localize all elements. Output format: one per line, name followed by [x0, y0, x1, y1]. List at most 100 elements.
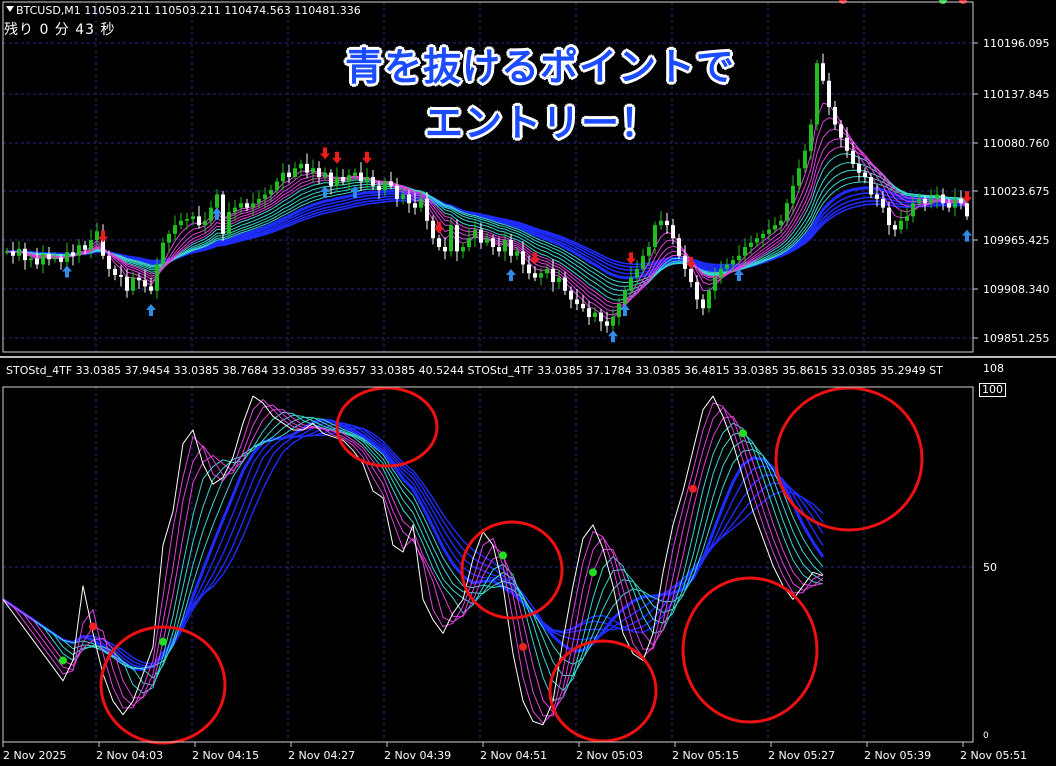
- candle-body: [587, 308, 591, 317]
- candle-body: [251, 203, 255, 208]
- candle-body: [233, 207, 237, 212]
- candle-body: [563, 277, 567, 291]
- candle-body: [611, 317, 615, 326]
- sell-signal-dot: [519, 642, 527, 651]
- candle-body: [95, 231, 99, 240]
- candle-body: [365, 177, 369, 182]
- buy-signal-dot: [499, 551, 507, 560]
- candle-body: [323, 172, 327, 177]
- candle-body: [443, 247, 447, 252]
- candle-body: [125, 276, 129, 291]
- candle-body: [737, 255, 741, 261]
- candle-body: [167, 233, 171, 243]
- candle-body: [923, 198, 927, 204]
- indicator-axis-label: 0: [983, 731, 989, 741]
- candle-body: [557, 277, 561, 282]
- time-axis-label: 2 Nov 05:39: [864, 749, 932, 762]
- time-axis-label: 2 Nov 2025: [3, 749, 67, 762]
- candle-body: [335, 177, 339, 186]
- candle-body: [689, 268, 693, 282]
- candle-body: [17, 248, 21, 256]
- candle-body: [683, 255, 687, 269]
- candle-body: [755, 238, 759, 243]
- candle-body: [287, 172, 291, 177]
- time-axis-label: 2 Nov 05:15: [672, 749, 740, 762]
- candle-body: [569, 290, 573, 300]
- candle-body: [77, 245, 81, 256]
- candle-body: [827, 80, 831, 107]
- candle-body: [533, 273, 537, 278]
- up-arrow-icon: [608, 330, 618, 343]
- down-arrow-icon: [320, 147, 330, 160]
- candle-body: [461, 247, 465, 252]
- candle-body: [641, 255, 645, 269]
- candle-body: [659, 220, 663, 226]
- candle-body: [209, 207, 213, 221]
- buy-signal-dot: [589, 568, 597, 577]
- candle-body: [455, 225, 459, 252]
- candle-body: [917, 198, 921, 204]
- candle-body: [599, 312, 603, 322]
- candle-body: [839, 124, 843, 138]
- candle-body: [491, 238, 495, 247]
- candle-body: [263, 194, 267, 199]
- candle-body: [509, 240, 513, 256]
- candle-body: [485, 238, 489, 243]
- price-axis-label: 110196.095: [983, 37, 1050, 50]
- candle-body: [215, 194, 219, 208]
- indicator-axis-label: 50: [983, 561, 997, 574]
- candle-body: [419, 198, 423, 208]
- candle-body: [581, 303, 585, 309]
- down-arrow-icon: [98, 230, 108, 243]
- highlight-circle: [460, 520, 564, 620]
- candle-body: [665, 220, 669, 226]
- candle-body: [359, 172, 363, 182]
- candle-body: [761, 233, 765, 239]
- candle-body: [371, 177, 375, 186]
- time-axis-label: 2 Nov 04:51: [480, 749, 548, 762]
- candle-body: [803, 150, 807, 169]
- candle-body: [35, 258, 39, 265]
- candle-body: [221, 194, 225, 234]
- sell-signal-dot: [89, 622, 97, 631]
- candle-body: [797, 168, 801, 186]
- symbol-info: BTCUSD,M1 110503.211 110503.211 110474.5…: [16, 4, 361, 17]
- annotation-line-2: エントリー！: [425, 101, 660, 145]
- candle-body: [473, 229, 477, 239]
- candle-body: [281, 172, 285, 182]
- bar-countdown-timer: 残り 0 分 43 秒: [4, 22, 116, 38]
- candle-body: [185, 219, 189, 221]
- indicator-axis-label: 108: [983, 362, 1004, 375]
- candle-body: [5, 251, 9, 253]
- candle-body: [377, 185, 381, 191]
- candle-body: [623, 290, 627, 304]
- candle-body: [893, 225, 897, 230]
- candle-body: [779, 220, 783, 226]
- candle-body: [821, 63, 825, 81]
- candle-body: [83, 245, 87, 250]
- candle-body: [941, 194, 945, 204]
- collapse-triangle-icon[interactable]: [6, 6, 14, 12]
- chart-window[interactable]: BTCUSD,M1 110503.211 110503.211 110474.5…: [0, 0, 1056, 766]
- candle-body: [875, 194, 879, 199]
- candle-body: [617, 303, 621, 317]
- candle-body: [47, 254, 51, 260]
- candle-body: [575, 299, 579, 304]
- candle-body: [809, 124, 813, 151]
- candle-body: [71, 252, 75, 256]
- candle-body: [785, 203, 789, 221]
- candle-body: [833, 107, 837, 125]
- price-axis-label: 110137.845: [983, 88, 1050, 101]
- candle-body: [389, 181, 393, 186]
- candle-body: [845, 137, 849, 151]
- indicator-header: STOStd_4TF 33.0385 37.9454 33.0385 38.76…: [6, 364, 943, 377]
- candle-body: [305, 163, 309, 173]
- candle-body: [635, 268, 639, 278]
- candle-body: [593, 312, 597, 317]
- candle-body: [881, 198, 885, 208]
- candle-body: [605, 321, 609, 326]
- candle-body: [449, 225, 453, 252]
- candle-body: [203, 220, 207, 226]
- annotation-line-1: 青を抜けるポイントで: [345, 45, 736, 89]
- candle-body: [653, 225, 657, 247]
